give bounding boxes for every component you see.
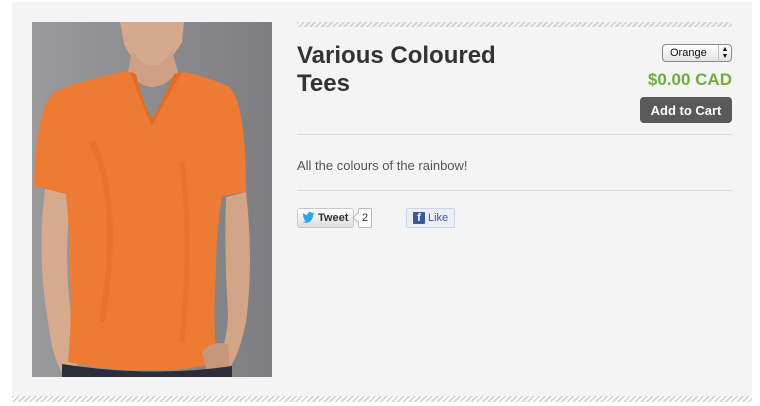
tweet-label: Tweet (318, 212, 349, 224)
bottom-divider (12, 396, 752, 402)
product-title: Various Coloured Tees (297, 42, 496, 97)
orange-tshirt-photo (32, 22, 272, 377)
facebook-like-button[interactable]: f Like (406, 208, 455, 228)
product-price: $0.00 CAD (647, 70, 732, 89)
like-label: Like (428, 212, 449, 224)
twitter-bird-icon (302, 211, 316, 226)
variant-select[interactable]: Orange ▲ ▼ (662, 44, 732, 62)
facebook-icon: f (413, 212, 425, 224)
tweet-count: 2 (358, 208, 372, 228)
divider (297, 190, 732, 191)
top-divider (297, 22, 732, 27)
add-to-cart-button[interactable]: Add to Cart (640, 97, 732, 123)
divider (297, 134, 732, 135)
product-image (32, 22, 272, 377)
variant-select-value: Orange (670, 47, 707, 59)
product-description: All the colours of the rainbow! (297, 158, 468, 173)
tweet-button[interactable]: Tweet (297, 208, 354, 228)
select-arrows-icon: ▲ ▼ (718, 45, 731, 62)
